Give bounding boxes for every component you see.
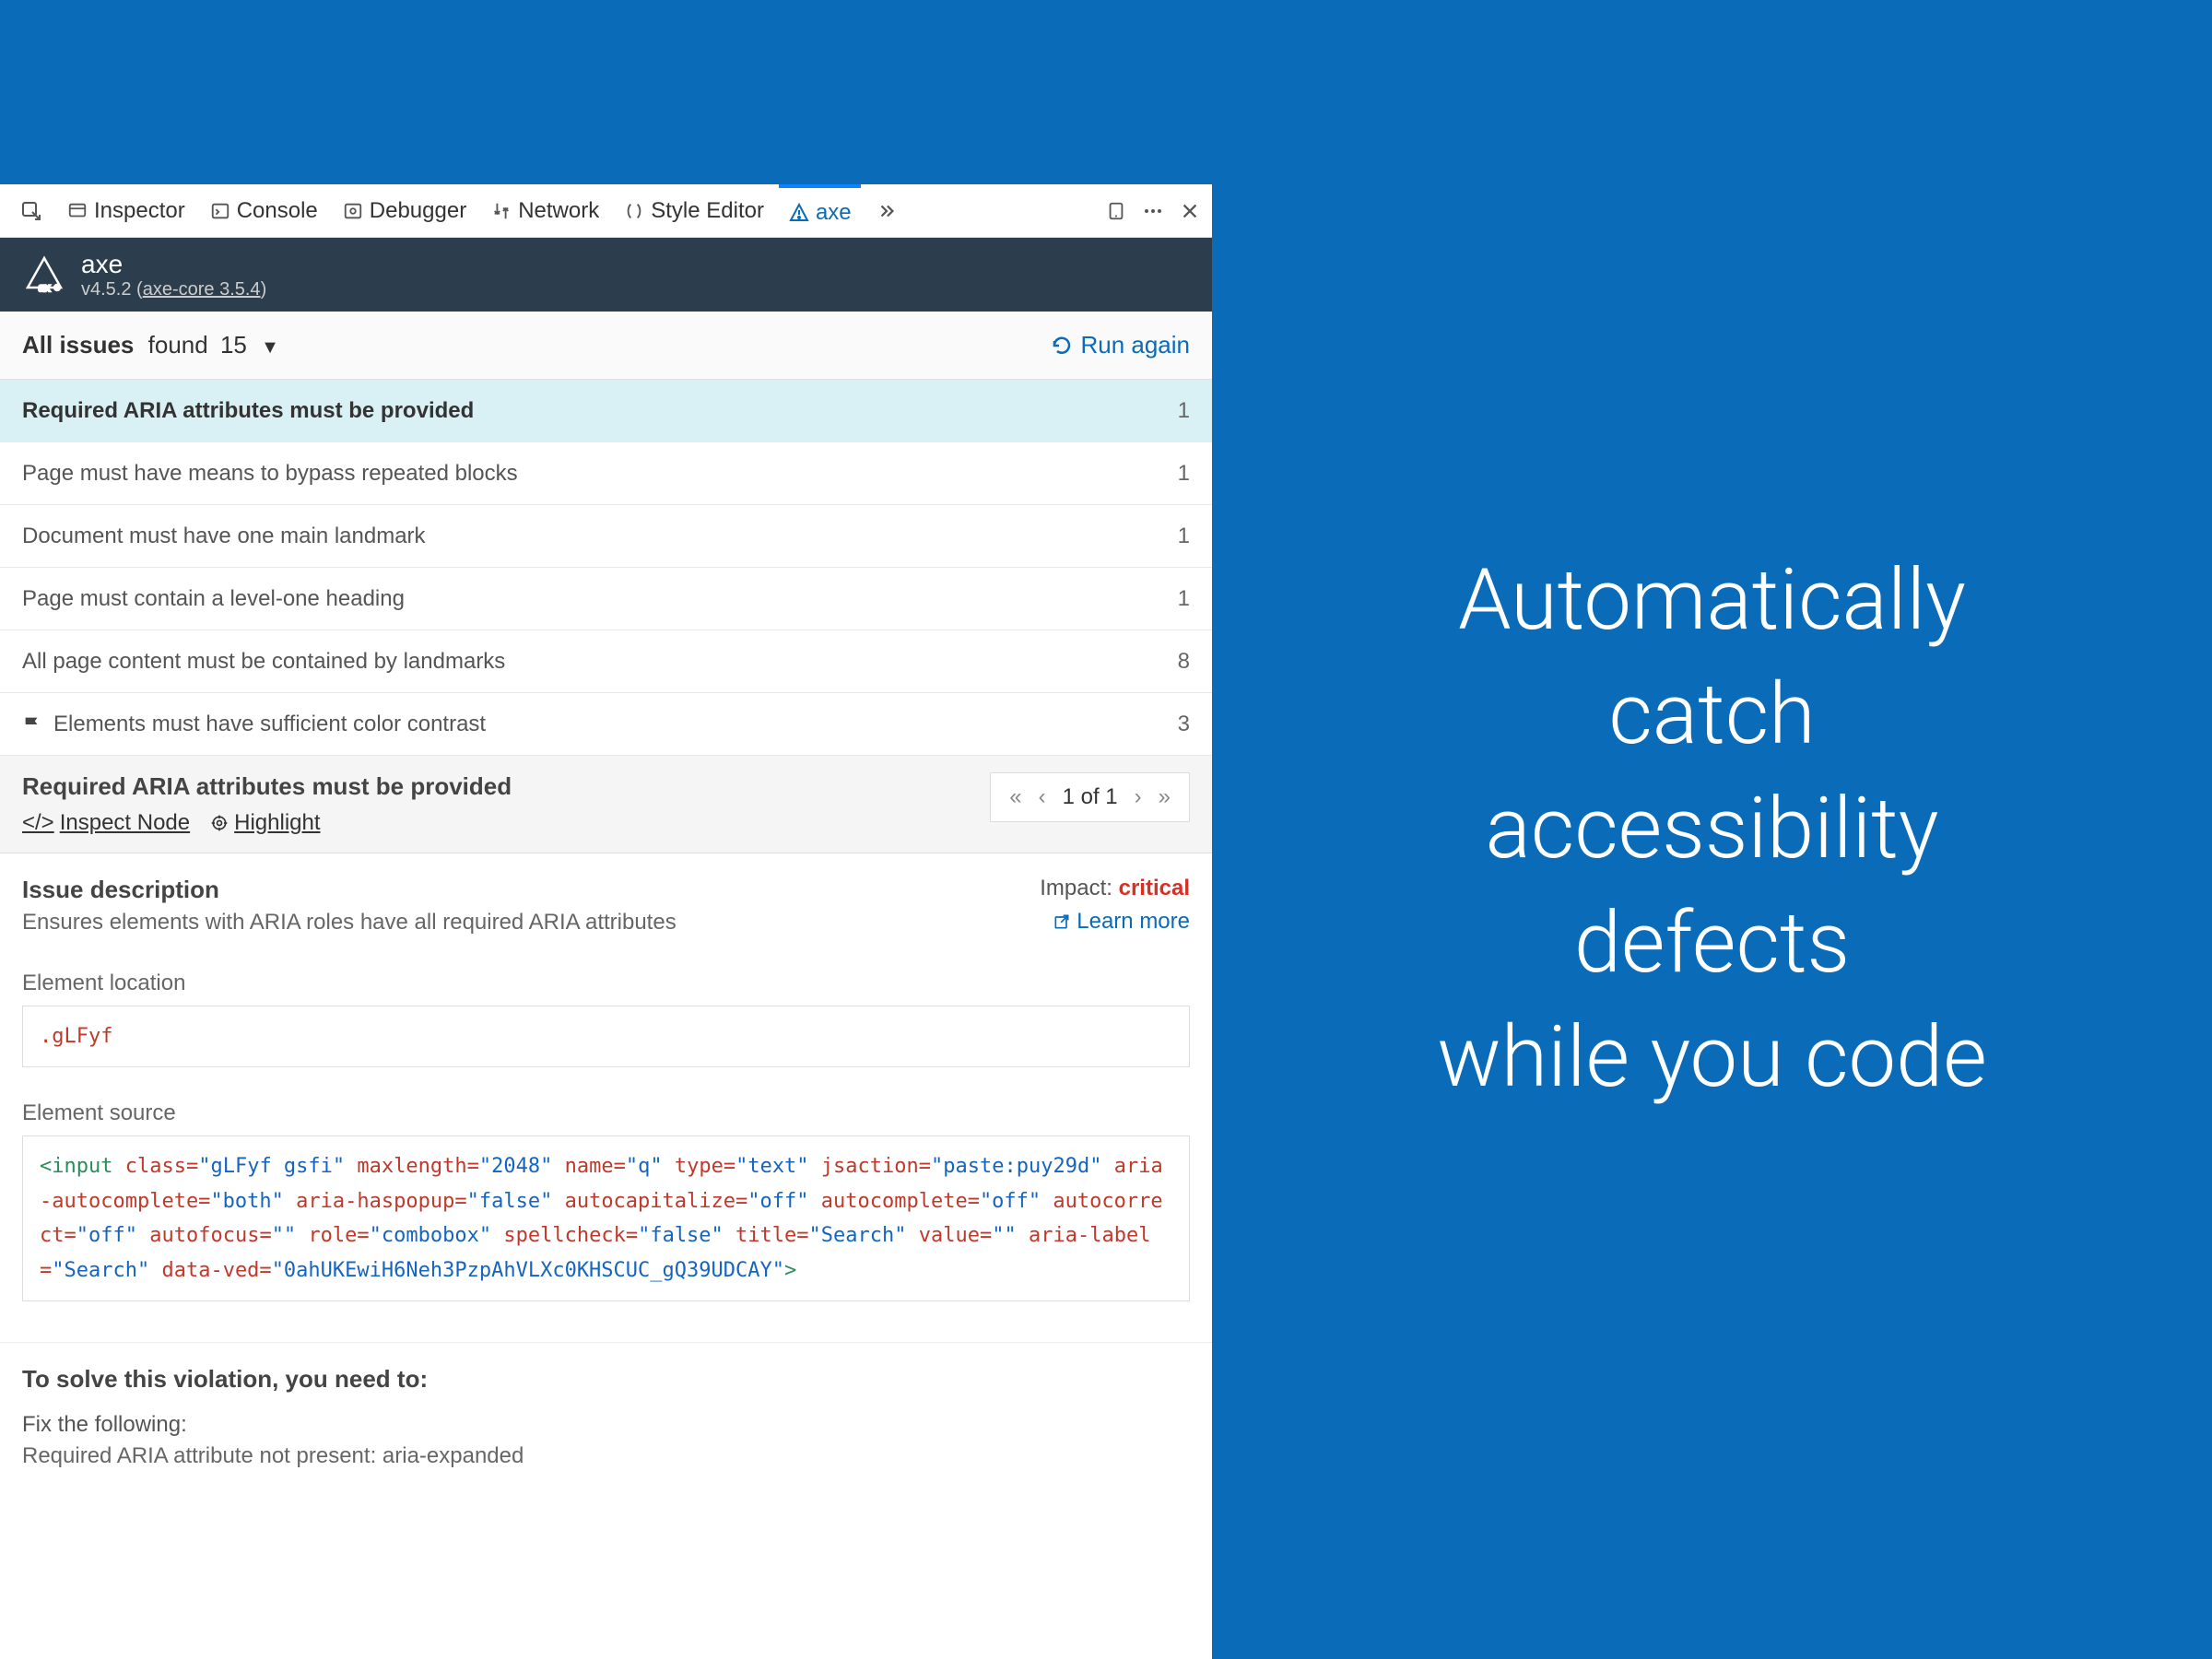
- chevron-double-right-icon: [876, 200, 898, 222]
- solve-title: To solve this violation, you need to:: [22, 1365, 1190, 1394]
- issue-title: Page must have means to bypass repeated …: [22, 461, 518, 487]
- axe-logo-icon: ax: [22, 253, 66, 297]
- pick-element-button[interactable]: [11, 184, 52, 237]
- issues-filter-bar: All issues found 15 ▼ Run again: [0, 312, 1212, 380]
- element-location-value: .gLFyf: [40, 1025, 112, 1048]
- tab-inspector[interactable]: Inspector: [57, 184, 194, 237]
- issue-count: 1: [1178, 524, 1190, 549]
- issue-count: 3: [1178, 712, 1190, 737]
- run-again-button[interactable]: Run again: [1051, 331, 1190, 359]
- issue-count: 1: [1178, 586, 1190, 612]
- impact-label: Impact:: [1040, 876, 1112, 900]
- issue-detail-header: Required ARIA attributes must be provide…: [0, 756, 1212, 853]
- axe-version: v4.5.2 (axe-core 3.5.4): [81, 279, 266, 300]
- pager-last-button[interactable]: »: [1159, 784, 1171, 810]
- solve-subtitle: Fix the following:: [22, 1412, 1190, 1438]
- code-icon: </>: [22, 810, 54, 836]
- issue-description-label: Issue description: [22, 876, 1040, 904]
- inspect-node-button[interactable]: </> Inspect Node: [22, 810, 190, 836]
- issue-count: 8: [1178, 649, 1190, 675]
- issue-title: Required ARIA attributes must be provide…: [22, 398, 474, 424]
- debugger-icon: [342, 200, 364, 222]
- tab-style-editor[interactable]: Style Editor: [614, 184, 773, 237]
- close-icon[interactable]: [1179, 200, 1201, 222]
- issue-pager: « ‹ 1 of 1 › »: [990, 772, 1190, 822]
- tab-network[interactable]: Network: [481, 184, 608, 237]
- devtools-tabbar: Inspector Console Debugger Network: [0, 184, 1212, 238]
- style-editor-icon: [623, 200, 645, 222]
- console-icon: [209, 200, 231, 222]
- issue-count: 1: [1178, 398, 1190, 424]
- top-spacer: [0, 0, 1212, 184]
- target-icon: [210, 814, 229, 832]
- network-icon: [490, 200, 512, 222]
- tab-debugger[interactable]: Debugger: [333, 184, 476, 237]
- caret-down-icon: ▼: [261, 337, 279, 358]
- issue-count: 1: [1178, 461, 1190, 487]
- issue-title: Page must contain a level-one heading: [22, 586, 405, 612]
- flag-icon: [22, 714, 42, 735]
- pager-prev-button[interactable]: ‹: [1039, 784, 1046, 810]
- tab-console[interactable]: Console: [200, 184, 327, 237]
- headline-text: Automatically catch accessibility defect…: [1437, 544, 1987, 1116]
- external-link-icon: [1053, 912, 1071, 931]
- refresh-icon: [1051, 335, 1073, 357]
- tab-label: Inspector: [94, 198, 185, 224]
- issue-row[interactable]: Elements must have sufficient color cont…: [0, 693, 1212, 756]
- marketing-panel: Automatically catch accessibility defect…: [1212, 0, 2212, 1659]
- element-location-label: Element location: [22, 971, 1190, 996]
- pager-text: 1 of 1: [1063, 784, 1118, 810]
- tab-label: Debugger: [370, 198, 466, 224]
- solve-text: Required ARIA attribute not present: ari…: [22, 1443, 1190, 1469]
- svg-text:ax: ax: [39, 281, 51, 294]
- issue-list: Required ARIA attributes must be provide…: [0, 380, 1212, 756]
- issue-row[interactable]: Required ARIA attributes must be provide…: [0, 380, 1212, 442]
- issue-description-text: Ensures elements with ARIA roles have al…: [22, 910, 1040, 935]
- tab-label: axe: [816, 200, 852, 226]
- learn-more-link[interactable]: Learn more: [1053, 909, 1190, 935]
- pick-element-icon: [20, 200, 42, 222]
- issue-title: Document must have one main landmark: [22, 524, 426, 549]
- issue-row[interactable]: Page must contain a level-one heading 1: [0, 568, 1212, 630]
- issue-detail-body: Issue description Ensures elements with …: [0, 853, 1212, 1324]
- issue-row[interactable]: Document must have one main landmark 1: [0, 505, 1212, 568]
- issue-title: All page content must be contained by la…: [22, 649, 505, 675]
- impact-value: critical: [1119, 876, 1190, 900]
- axe-tab-icon: [788, 202, 810, 224]
- issue-title: Elements must have sufficient color cont…: [53, 712, 486, 737]
- devtools-panel: Inspector Console Debugger Network: [0, 184, 1212, 1659]
- element-location-box: .gLFyf: [22, 1006, 1190, 1067]
- tabs-overflow-button[interactable]: [866, 184, 907, 237]
- inspector-icon: [66, 200, 88, 222]
- element-source-label: Element source: [22, 1100, 1190, 1126]
- issue-row[interactable]: Page must have means to bypass repeated …: [0, 442, 1212, 505]
- issue-row[interactable]: All page content must be contained by la…: [0, 630, 1212, 693]
- responsive-mode-icon[interactable]: [1105, 200, 1127, 222]
- element-source-box: <input class="gLFyf gsfi" maxlength="204…: [22, 1135, 1190, 1301]
- tab-axe[interactable]: axe: [779, 184, 861, 237]
- tab-label: Style Editor: [651, 198, 764, 224]
- issues-filter-dropdown[interactable]: All issues found 15 ▼: [22, 331, 279, 359]
- axe-title: axe: [81, 250, 266, 279]
- pager-first-button[interactable]: «: [1009, 784, 1021, 810]
- solve-section: To solve this violation, you need to: Fi…: [0, 1342, 1212, 1491]
- detail-title: Required ARIA attributes must be provide…: [22, 772, 990, 801]
- tab-label: Console: [237, 198, 318, 224]
- more-menu-icon[interactable]: [1142, 200, 1164, 222]
- highlight-button[interactable]: Highlight: [210, 810, 320, 836]
- axe-header: ax axe v4.5.2 (axe-core 3.5.4): [0, 238, 1212, 312]
- tab-label: Network: [518, 198, 599, 224]
- axe-core-link[interactable]: axe-core 3.5.4: [143, 279, 261, 300]
- pager-next-button[interactable]: ›: [1135, 784, 1142, 810]
